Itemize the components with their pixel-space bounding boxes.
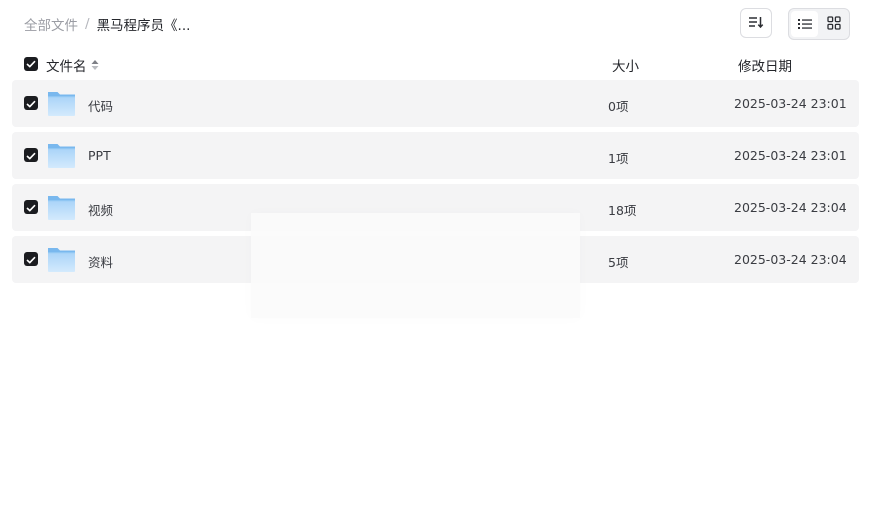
folder-icon [47,90,76,117]
file-modified-date: 2025-03-24 23:01 [734,96,847,111]
size-column-header: 大小 [612,59,639,75]
file-row[interactable]: 代码 0项 2025-03-24 23:01 [12,80,859,127]
breadcrumb-current-folder: 黑马程序员《... [96,18,191,34]
sort-button[interactable] [740,8,772,38]
row-checkbox[interactable] [24,200,38,214]
folder-icon [47,142,76,169]
file-name[interactable]: 代码 [88,96,113,115]
name-column-label: 文件名 [46,59,87,75]
check-icon [26,56,36,72]
view-toggle [788,8,850,40]
date-column-header: 修改日期 [738,59,792,75]
sort-toggle-icon[interactable] [91,59,99,71]
file-modified-date: 2025-03-24 23:04 [734,200,847,215]
name-column-header[interactable]: 文件名 [46,55,99,75]
fading-toast-overlay [251,213,580,318]
check-icon [26,148,36,163]
file-size: 1项 [608,151,629,166]
list-view-button[interactable] [791,11,818,37]
grid-view-button[interactable] [820,11,847,37]
file-modified-date: 2025-03-24 23:04 [734,252,847,267]
row-checkbox[interactable] [24,96,38,110]
file-list-header: 文件名 大小 修改日期 [0,54,874,75]
check-icon [26,252,36,267]
grid-view-icon [826,15,841,34]
list-view-icon [797,15,812,34]
file-name[interactable]: 资料 [88,252,113,271]
file-size: 0项 [608,99,629,114]
breadcrumb: 全部文件 / 黑马程序员《... [24,14,191,34]
row-checkbox[interactable] [24,148,38,162]
check-icon [26,96,36,111]
folder-icon [47,194,76,221]
breadcrumb-separator: / [85,16,90,32]
file-size: 18项 [608,203,637,218]
sort-list-icon [748,14,764,33]
row-checkbox[interactable] [24,252,38,266]
file-name[interactable]: PPT [88,148,111,163]
select-all-checkbox[interactable] [24,57,38,71]
breadcrumb-root-link[interactable]: 全部文件 [24,14,78,34]
check-icon [26,200,36,215]
file-modified-date: 2025-03-24 23:01 [734,148,847,163]
file-name[interactable]: 视频 [88,200,113,219]
file-row[interactable]: PPT 1项 2025-03-24 23:01 [12,132,859,179]
folder-icon [47,246,76,273]
file-size: 5项 [608,255,629,270]
